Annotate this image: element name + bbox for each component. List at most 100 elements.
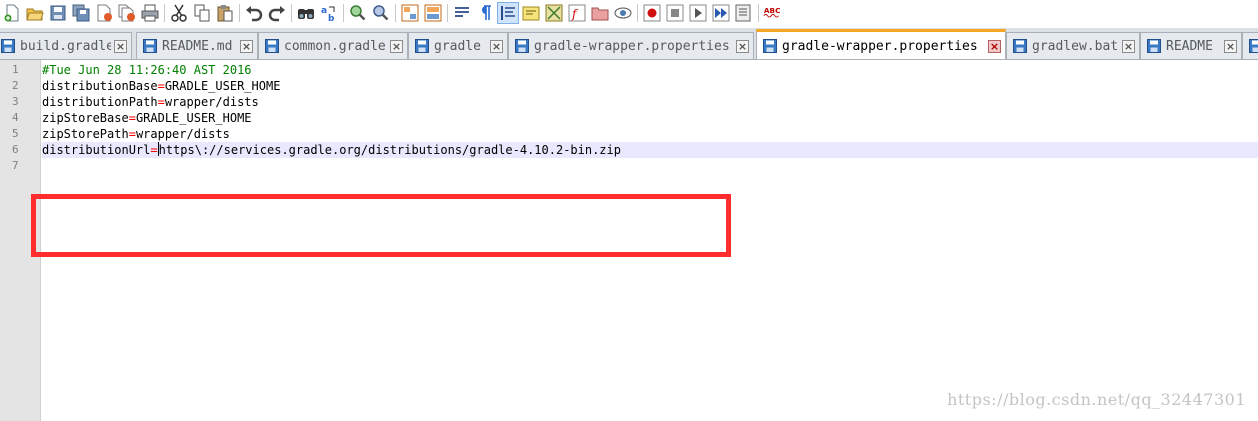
property-value: https\://services.gradle.org/distributio… (158, 143, 621, 157)
file-save-status-icon (515, 39, 529, 53)
function-list-icon[interactable]: f (567, 3, 587, 23)
line-number: 1 (12, 63, 19, 76)
tab-label: common.gradle (284, 38, 386, 54)
equals-operator: = (157, 95, 165, 109)
comment-text: #Tue Jun 28 11:26:40 AST 2016 (42, 63, 252, 77)
tab-close-icon[interactable]: × (240, 39, 253, 53)
file-save-status-icon (1249, 39, 1258, 53)
line-number: 2 (12, 79, 19, 92)
sync-vertical-icon[interactable] (400, 3, 420, 23)
file-save-status-icon (143, 39, 157, 53)
paste-icon[interactable] (215, 3, 235, 23)
code-editor[interactable]: 1234567 #Tue Jun 28 11:26:40 AST 2016 dis… (0, 60, 1258, 421)
play-macro-icon[interactable] (688, 3, 708, 23)
toolbar-separator (637, 4, 638, 22)
tab-5[interactable]: gradle-wrapper.properties × (508, 32, 754, 59)
code-line[interactable]: distributionBase=GRADLE_USER_HOME (42, 78, 1258, 94)
line-number: 6 (12, 143, 19, 156)
toolbar-separator (395, 4, 396, 22)
tab-4[interactable]: gradle × (408, 32, 508, 59)
open-folder-icon[interactable] (25, 3, 45, 23)
property-value: GRADLE_USER_HOME (164, 79, 281, 93)
toolbar-separator (343, 4, 344, 22)
tab-label: README.md (162, 38, 233, 54)
close-file-icon[interactable] (94, 3, 114, 23)
record-macro-icon[interactable] (642, 3, 662, 23)
tab-3[interactable]: common.gradle × (258, 32, 408, 59)
cut-icon[interactable] (169, 3, 189, 23)
indent-guide-icon[interactable] (497, 2, 519, 24)
new-file-icon[interactable] (2, 3, 22, 23)
tab-close-icon[interactable]: × (390, 39, 403, 53)
tab-2[interactable]: README.md × (136, 32, 258, 59)
print-icon[interactable] (140, 3, 160, 23)
code-line[interactable]: #Tue Jun 28 11:26:40 AST 2016 (42, 62, 1258, 78)
word-wrap-icon[interactable] (452, 3, 472, 23)
tab-close-icon[interactable]: × (114, 39, 127, 53)
close-all-icon[interactable] (117, 3, 137, 23)
save-macro-icon[interactable] (734, 3, 754, 23)
redo-icon[interactable] (267, 3, 287, 23)
tab-9[interactable] (1242, 32, 1258, 59)
line-number: 5 (12, 127, 19, 140)
tab-label: gradle-wrapper.properties (534, 38, 730, 54)
tab-label: gradle-wrapper.properties (782, 38, 978, 54)
code-line[interactable]: distributionPath=wrapper/dists (42, 94, 1258, 110)
tab-6[interactable]: gradle-wrapper.properties × (756, 29, 1006, 59)
tab-close-icon[interactable]: × (1122, 39, 1135, 53)
toolbar-separator (239, 4, 240, 22)
save-all-icon[interactable] (71, 3, 91, 23)
equals-operator: = (128, 127, 136, 141)
file-save-status-icon (415, 39, 429, 53)
zoom-in-icon[interactable] (348, 3, 368, 23)
toolbar-separator (758, 4, 759, 22)
replace-icon[interactable]: ab (319, 3, 339, 23)
sync-horizontal-icon[interactable] (423, 3, 443, 23)
equals-operator: = (157, 79, 165, 93)
svg-text:a: a (321, 6, 327, 16)
code-line[interactable] (42, 158, 1258, 174)
file-save-status-icon (1013, 39, 1027, 53)
equals-operator: = (128, 111, 136, 125)
annotation-highlight-box (31, 194, 731, 257)
tab-8[interactable]: README × (1140, 32, 1242, 59)
tab-close-icon[interactable]: × (1224, 39, 1237, 53)
code-line[interactable]: distributionUrl=https\://services.gradle… (42, 142, 1258, 158)
tab-close-icon[interactable]: × (736, 39, 749, 53)
tab-close-icon[interactable]: × (988, 39, 1001, 53)
tab-1[interactable]: build.gradle × (0, 32, 132, 59)
toolbar-separator (164, 4, 165, 22)
copy-icon[interactable] (192, 3, 212, 23)
file-tab-bar: build.gradle × README.md × common.gradle × gra… (0, 28, 1258, 60)
folder-workspace-icon[interactable] (590, 3, 610, 23)
tab-label: README (1166, 38, 1213, 54)
monitor-icon[interactable] (613, 3, 633, 23)
property-key: zipStorePath (42, 127, 129, 141)
tab-label: gradle (434, 38, 481, 54)
property-key: distributionPath (42, 95, 158, 109)
save-icon[interactable] (48, 3, 68, 23)
undo-icon[interactable] (244, 3, 264, 23)
stop-record-icon[interactable] (665, 3, 685, 23)
file-save-status-icon (1147, 39, 1161, 53)
tab-close-icon[interactable]: × (490, 39, 503, 53)
line-number-gutter: 1 2 3 4 5 6 7 (0, 60, 41, 421)
show-all-chars-icon[interactable] (475, 3, 495, 23)
doc-map-icon[interactable] (544, 3, 564, 23)
tab-7[interactable]: gradlew.bat × (1006, 32, 1140, 59)
property-key: distributionUrl (42, 143, 151, 157)
find-icon[interactable] (296, 3, 316, 23)
toolbar-separator (447, 4, 448, 22)
file-save-status-icon (1, 39, 15, 53)
language-icon[interactable] (521, 3, 541, 23)
code-line[interactable]: zipStoreBase=GRADLE_USER_HOME (42, 110, 1258, 126)
equals-operator: = (150, 143, 158, 157)
run-macro-multiple-icon[interactable] (711, 3, 731, 23)
tab-label: build.gradle (20, 38, 111, 54)
spell-check-icon[interactable]: ABC (763, 3, 783, 23)
spellcheck-label: ABC (764, 6, 781, 15)
property-value: wrapper/dists (135, 127, 230, 141)
code-line[interactable]: zipStorePath=wrapper/dists (42, 126, 1258, 142)
svg-text:b: b (328, 14, 335, 22)
zoom-out-icon[interactable] (371, 3, 391, 23)
